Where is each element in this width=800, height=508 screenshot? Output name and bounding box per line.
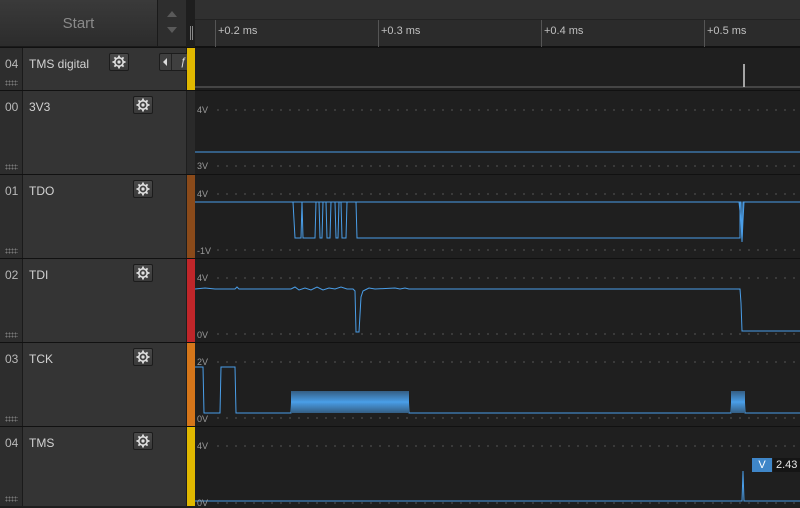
analog-waveform (195, 361, 800, 419)
spinner-down-icon[interactable] (167, 27, 177, 33)
digital-waveform (195, 64, 800, 88)
ruler-tick (378, 20, 379, 47)
channel-number-label: 00 (5, 100, 19, 114)
channel-row[interactable]: 04 TMS 4V 0V (0, 426, 800, 508)
drag-grip-icon[interactable] (5, 164, 18, 170)
axis-bottom-label: -1V (197, 246, 212, 256)
start-button[interactable]: Start (0, 0, 158, 47)
channel-row[interactable]: 01 TDO 4V -1V (0, 174, 800, 258)
drag-grip-icon[interactable] (5, 248, 18, 254)
channel-row[interactable]: 02 TDI 4V 0V (0, 258, 800, 342)
ruler-tick (704, 20, 705, 47)
drag-grip-icon[interactable] (5, 496, 18, 502)
channel-settings-button[interactable] (133, 180, 153, 198)
analog-trace-plot[interactable]: 4V 0V (195, 259, 800, 342)
gear-icon (136, 266, 150, 280)
channel-name: TMS digital (29, 57, 90, 71)
channel-settings-button[interactable] (133, 264, 153, 282)
channel-number-label: 04 (5, 436, 19, 450)
gear-icon (136, 434, 150, 448)
axis-top-label: 4V (197, 441, 209, 451)
channel-number-label: 04 (5, 57, 19, 71)
ruler-tick (541, 20, 542, 47)
channel-label-panel: TMS digital ƒ (23, 48, 206, 90)
channel-settings-button[interactable] (133, 432, 153, 450)
drag-grip-icon[interactable] (5, 80, 18, 86)
ruler-tick (215, 20, 216, 47)
axis-top-label: 2V (197, 357, 209, 367)
spinner-up-icon[interactable] (167, 11, 177, 17)
channel-color-bar (187, 259, 195, 342)
axis-top-label: 4V (197, 105, 209, 115)
channel-row[interactable]: 03 TCK 2V 0V (0, 342, 800, 426)
channel-row[interactable]: 04 TMS digital ƒ (0, 47, 800, 90)
analog-trace-plot[interactable]: 4V -1V (195, 175, 800, 258)
channel-number-label: 03 (5, 352, 19, 366)
channel-row[interactable]: 00 3V3 4V 3V (0, 90, 800, 174)
channel-number-label: 02 (5, 268, 19, 282)
voltage-cursor-value: 2.43 (773, 458, 800, 472)
analog-waveform (195, 109, 800, 167)
logic-analyzer-window: Start +0.2 ms +0.3 ms +0.4 ms +0.5 ms 04… (0, 0, 800, 508)
drag-grip-icon[interactable] (5, 332, 18, 338)
axis-bottom-label: 0V (197, 498, 209, 508)
ruler-label: +0.5 ms (707, 25, 747, 37)
gear-icon (112, 55, 126, 69)
gear-icon (136, 98, 150, 112)
channel-name: 3V3 (29, 100, 51, 114)
ruler-label: +0.3 ms (381, 25, 421, 37)
gear-icon (136, 182, 150, 196)
channel-label-panel: 3V3 (23, 91, 186, 174)
voltage-cursor-badge[interactable]: V (752, 458, 772, 472)
channel-name: TDI (29, 268, 49, 282)
analog-trace-plot[interactable]: 4V 0V (195, 427, 800, 508)
ruler-header (195, 0, 800, 20)
channel-settings-button[interactable] (133, 96, 153, 114)
analog-waveform (195, 445, 800, 504)
channel-label-panel: TDI (23, 259, 186, 342)
channel-number[interactable]: 04 (0, 427, 23, 506)
channel-number[interactable]: 02 (0, 259, 23, 342)
time-ruler[interactable]: +0.2 ms +0.3 ms +0.4 ms +0.5 ms (195, 0, 800, 47)
channel-label-panel: TDO (23, 175, 186, 258)
gear-icon (136, 350, 150, 364)
channel-color-bar (187, 91, 195, 174)
channel-number[interactable]: 04 (0, 48, 23, 90)
analog-waveform (195, 277, 800, 335)
ruler-label: +0.2 ms (218, 25, 258, 37)
start-spinner[interactable] (158, 0, 186, 47)
channel-label-panel: TCK (23, 343, 186, 426)
channel-color-bar (187, 48, 195, 90)
channel-number[interactable]: 00 (0, 91, 23, 174)
digital-trace-plot[interactable] (195, 48, 800, 90)
channel-settings-button[interactable] (109, 53, 129, 71)
channel-name: TMS (29, 436, 55, 450)
divider-grip-icon[interactable] (190, 26, 193, 40)
analog-waveform (195, 193, 800, 251)
axis-top-label: 4V (197, 273, 209, 283)
axis-bottom-label: 0V (197, 414, 209, 424)
channel-number-label: 01 (5, 184, 19, 198)
channel-color-bar (187, 427, 195, 506)
channel-color-bar (187, 175, 195, 258)
analog-trace-plot[interactable]: 4V 3V (195, 91, 800, 174)
drag-grip-icon[interactable] (5, 416, 18, 422)
ruler-label: +0.4 ms (544, 25, 584, 37)
chevron-left-icon (163, 58, 167, 66)
channel-number[interactable]: 01 (0, 175, 23, 258)
axis-bottom-label: 3V (197, 161, 209, 171)
axis-top-label: 4V (197, 189, 209, 199)
channel-name: TCK (29, 352, 53, 366)
axis-bottom-label: 0V (197, 330, 209, 340)
analog-trace-plot[interactable]: 2V 0V (195, 343, 800, 426)
channel-color-bar (187, 343, 195, 426)
channel-settings-button[interactable] (133, 348, 153, 366)
channel-label-panel: TMS (23, 427, 186, 506)
channel-number[interactable]: 03 (0, 343, 23, 426)
channel-name: TDO (29, 184, 55, 198)
